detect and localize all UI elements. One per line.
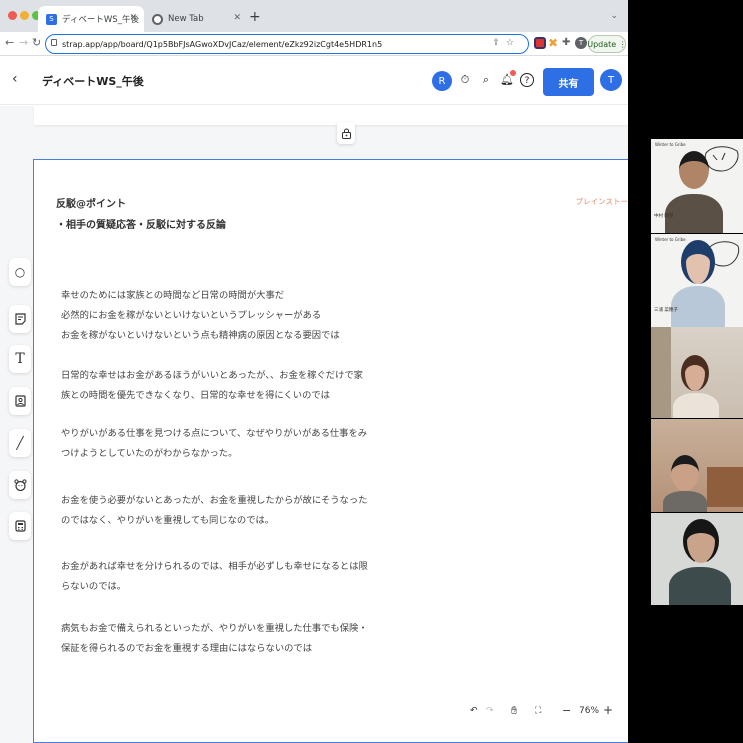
card-heading-line2: ・相手の質疑応答・反駁に対する反論 — [56, 216, 226, 231]
fit-screen-icon[interactable]: ⛶ — [535, 706, 541, 716]
pen-tool-icon[interactable]: ╱ — [9, 429, 31, 457]
furniture — [707, 467, 743, 507]
tab-label: New Tab — [168, 14, 204, 24]
zoom-level: 76% — [579, 706, 599, 716]
text-line: らないのでは。 — [61, 577, 368, 597]
door-frame — [651, 327, 671, 418]
text-line: 族との時間を優先できなくなり、日常的な幸せを得にくいのでは — [61, 386, 363, 406]
participant-name: 中村 陽望 — [654, 213, 673, 219]
participant-name: 三浦 菜穂子 — [654, 307, 678, 313]
brainstorm-badge: ブレインストー — [576, 196, 628, 207]
tab-new-tab[interactable]: New Tab ✕ — [144, 6, 248, 32]
text-line: お金を稼がないといけないという点も精神病の原因となる要因では — [61, 326, 340, 346]
participant-avatar[interactable]: R — [432, 71, 452, 91]
video-label: Winter to Gribe — [655, 142, 686, 147]
puzzle-extensions-icon[interactable]: ✚ — [562, 37, 574, 49]
paragraph-1: 幸せのためには家族との時間など日常の時間が大事だ 必然的にお金を稼がないといけな… — [61, 286, 340, 346]
paragraph-4: お金を使う必要がないとあったが、お金を重視したからが故にそうなった のではなく、… — [61, 491, 367, 531]
paragraph-6: 病気もお金で備えられるといったが、やりがいを重視した仕事でも保険・ 保証を得られ… — [61, 619, 368, 659]
person-head — [681, 355, 709, 391]
timer-icon[interactable]: ⏱ — [458, 73, 472, 87]
text-line: 必然的にお金を稼がないといけないというプレッシャーがある — [61, 306, 340, 326]
search-icon[interactable]: ⌕ — [479, 73, 493, 87]
text-line: 幸せのためには家族との時間など日常の時間が大事だ — [61, 286, 340, 306]
text-line: のではなく、やりがいを重視しても同じなのでは。 — [61, 511, 367, 531]
app-header: ‹ ディベートWS_午後 R ⏱ ⌕ 🔔︎ ? 共有 T — [0, 57, 628, 105]
text-line: 日常的な幸せはお金があるほうがいいとあったが、、お金を稼ぐだけで家 — [61, 366, 363, 386]
person-body — [669, 567, 731, 605]
paragraph-3: やりがいがある仕事を見つける点について、なぜやりがいがある仕事をみ つけようとし… — [61, 424, 367, 464]
close-tab-icon[interactable]: ✕ — [233, 13, 241, 23]
tab-search-chevron-icon[interactable]: ⌄ — [610, 11, 618, 21]
bookmark-star-icon[interactable]: ⇪☆ — [492, 38, 520, 48]
video-tile-1[interactable]: Winter to Gribe 中村 陽望 — [651, 139, 743, 233]
profile-avatar[interactable]: T — [575, 37, 587, 49]
text-line: お金があれば幸せを分けられるのでは、相手が必ずしも幸せになるとは限 — [61, 557, 368, 577]
close-window-button[interactable] — [8, 11, 17, 20]
notification-dot — [510, 70, 516, 76]
hand-pan-icon[interactable]: ✋︎ — [511, 704, 517, 718]
back-arrow-icon[interactable]: ← — [5, 36, 14, 49]
close-tab-icon[interactable]: ✕ — [129, 13, 137, 23]
text-line: 病気もお金で備えられるといったが、やりがいを重視した仕事でも保険・ — [61, 619, 368, 639]
lock-icon — [51, 39, 57, 46]
template-tool-icon[interactable] — [9, 512, 31, 540]
person-head — [671, 455, 699, 491]
paragraph-5: お金があれば幸せを分けられるのでは、相手が必ずしも幸せになるとは限 らないのでは… — [61, 557, 368, 597]
video-tile-4[interactable] — [651, 419, 743, 512]
tab-strip: S ディベートWS_午後 - Strap ✕ New Tab ✕ + ⌄ — [0, 0, 628, 32]
zoom-out-icon[interactable]: − — [562, 704, 571, 717]
text-line: 保証を得られるのでお金を重視する理由にはならないのでは — [61, 639, 368, 659]
share-button[interactable]: 共有 — [543, 68, 594, 96]
person-body — [663, 491, 707, 512]
text-line: やりがいがある仕事を見つける点について、なぜやりがいがある仕事をみ — [61, 424, 367, 444]
chrome-favicon-icon — [152, 14, 163, 25]
card-heading-line1: 反駁@ポイント — [56, 195, 126, 210]
video-label: Winter to Gribe — [655, 237, 686, 242]
user-avatar[interactable]: T — [600, 69, 622, 91]
minimize-window-button[interactable] — [20, 11, 29, 20]
video-tile-2[interactable]: Winter to Gribe 三浦 菜穂子 — [651, 234, 743, 327]
zoom-controls: ↶ ↷ ✋︎ ⛶ − 76% + — [466, 699, 624, 727]
new-tab-plus-icon[interactable]: + — [249, 9, 261, 25]
paragraph-2: 日常的な幸せはお金があるほうがいいとあったが、、お金を稼ぐだけで家 族との時間を… — [61, 366, 363, 406]
url-text: strap.app/app/board/Q1p5BbFJsAGwoXDvJCaz… — [62, 40, 382, 49]
sticky-note-tool-icon[interactable] — [9, 305, 31, 333]
screen: S ディベートWS_午後 - Strap ✕ New Tab ✕ + ⌄ ← →… — [0, 0, 743, 743]
update-button[interactable]: Update ⋮ — [588, 35, 626, 53]
extension-icon[interactable]: ✖ — [548, 37, 560, 49]
person-head — [681, 240, 715, 284]
address-bar[interactable]: strap.app/app/board/Q1p5BbFJsAGwoXDvJCaz… — [45, 34, 529, 54]
video-tile-3[interactable] — [651, 327, 743, 418]
video-tile-5[interactable] — [651, 513, 743, 605]
person-head — [679, 151, 709, 189]
help-icon[interactable]: ? — [520, 73, 534, 87]
browser-window: S ディベートWS_午後 - Strap ✕ New Tab ✕ + ⌄ ← →… — [0, 0, 628, 743]
board-title: ディベートWS_午後 — [42, 73, 144, 89]
zoom-in-icon[interactable]: + — [603, 703, 613, 717]
extension-icon[interactable] — [534, 37, 546, 49]
forward-arrow-icon[interactable]: → — [19, 36, 28, 49]
person-body — [671, 286, 725, 327]
tab-strap[interactable]: S ディベートWS_午後 - Strap ✕ — [38, 6, 144, 32]
undo-icon[interactable]: ↶ — [470, 706, 478, 716]
redo-icon[interactable]: ↷ — [486, 706, 494, 716]
shape-circle-tool-icon[interactable]: ○ — [9, 258, 31, 286]
text-line: つけようとしていたのがわからなかった。 — [61, 444, 367, 464]
text-tool-icon[interactable]: T — [9, 345, 31, 373]
stamp-bear-tool-icon[interactable] — [9, 471, 31, 499]
strap-favicon-icon: S — [46, 14, 57, 25]
text-line: お金を使う必要がないとあったが、お金を重視したからが故にそうなった — [61, 491, 367, 511]
board-canvas[interactable]: 反駁@ポイント ・相手の質疑応答・反駁に対する反論 ブレインストー 幸せのために… — [0, 106, 628, 743]
lock-toggle-icon[interactable] — [337, 122, 355, 144]
person-body — [673, 393, 719, 418]
text-card[interactable]: 反駁@ポイント ・相手の質疑応答・反駁に対する反論 ブレインストー 幸せのために… — [33, 159, 628, 743]
back-chevron-icon[interactable]: ‹ — [12, 71, 18, 87]
previous-card[interactable] — [34, 106, 628, 125]
image-tool-icon[interactable] — [9, 387, 31, 415]
reload-icon[interactable]: ↻ — [32, 36, 41, 49]
person-body — [665, 194, 723, 233]
person-head — [683, 519, 719, 563]
